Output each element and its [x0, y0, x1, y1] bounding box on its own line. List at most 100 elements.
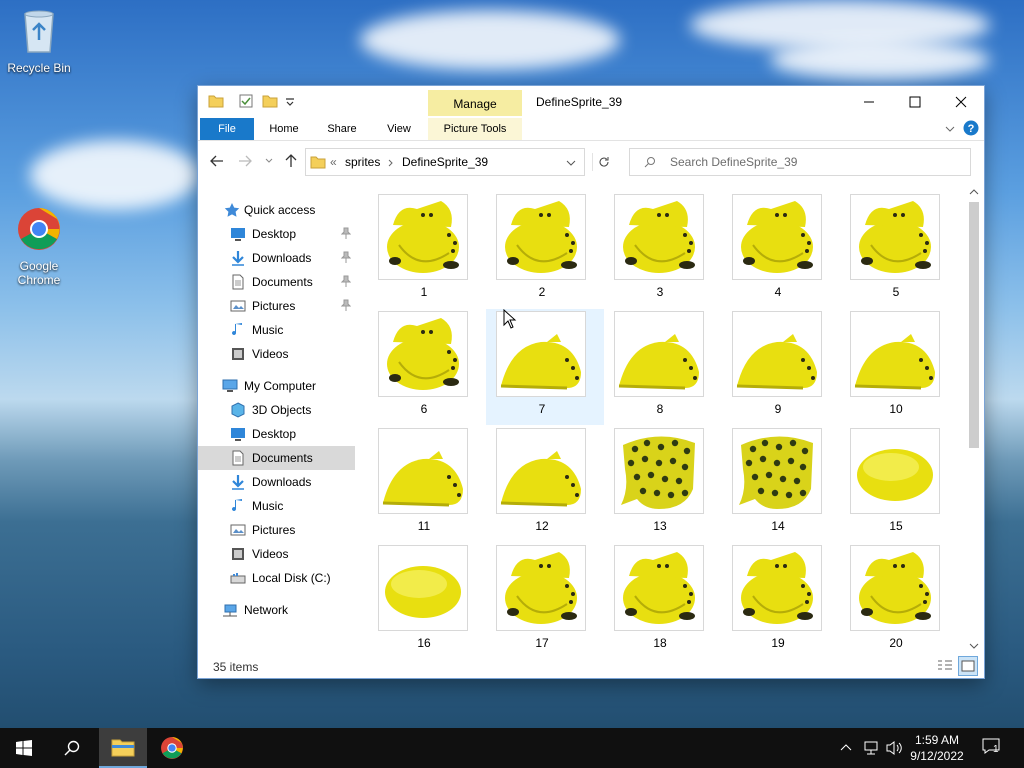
file-thumbnail[interactable]: 13 [604, 426, 722, 542]
breadcrumb-overflow[interactable]: « [330, 155, 337, 169]
sidebar-item-computer-desktop[interactable]: Desktop [198, 422, 355, 446]
breadcrumb-sprites[interactable]: sprites [345, 155, 380, 169]
sidebar-item-quick-documents[interactable]: Documents [198, 270, 355, 294]
chevron-down-icon[interactable] [566, 159, 576, 167]
sprite-image [850, 428, 940, 514]
file-thumbnail[interactable]: 11 [368, 426, 486, 542]
clock-date: 9/12/2022 [910, 749, 964, 763]
sidebar-item-computer-3d-objects[interactable]: 3D Objects [198, 398, 355, 422]
file-thumbnail[interactable]: 17 [486, 543, 604, 654]
chevron-up-icon[interactable] [840, 742, 852, 752]
details-view-icon[interactable] [936, 658, 954, 674]
sidebar-item-quick-music[interactable]: Music [198, 318, 355, 342]
file-thumbnail[interactable]: 5 [840, 194, 958, 308]
action-center-button[interactable]: 1 [982, 738, 1004, 758]
address-bar[interactable]: « sprites DefineSprite_39 [305, 148, 585, 176]
file-thumbnail[interactable]: 1 [368, 194, 486, 308]
close-button[interactable] [938, 86, 984, 118]
tab-home[interactable]: Home [258, 118, 310, 140]
desktop-icon-chrome[interactable]: Google Chrome [0, 206, 78, 287]
cloud [770, 40, 990, 80]
taskbar-file-explorer[interactable] [99, 728, 147, 768]
chevron-right-icon[interactable] [388, 159, 394, 167]
sidebar-item-computer-downloads[interactable]: Downloads [198, 470, 355, 494]
file-thumbnail[interactable]: 2 [486, 194, 604, 308]
search-input[interactable]: Search DefineSprite_39 [629, 148, 971, 176]
tab-share[interactable]: Share [316, 118, 368, 140]
sidebar-item-computer-videos[interactable]: Videos [198, 542, 355, 566]
file-name: 6 [420, 402, 428, 416]
downloads-icon [232, 251, 244, 266]
file-thumbnail[interactable]: 18 [604, 543, 722, 654]
nav-network[interactable]: Network [198, 598, 355, 622]
customize-toolbar-icon[interactable] [282, 93, 298, 109]
sprite-image [614, 428, 704, 514]
pin-icon[interactable] [341, 299, 351, 311]
title-bar[interactable]: Manage DefineSprite_39 [198, 86, 984, 118]
start-button[interactable] [0, 728, 48, 768]
close-icon [955, 96, 967, 108]
tab-file[interactable]: File [200, 118, 254, 140]
sidebar-item-computer-pictures[interactable]: Pictures [198, 518, 355, 542]
sidebar-item-label: Downloads [252, 251, 312, 265]
nav-my-computer[interactable]: My Computer [198, 374, 355, 398]
nav-quick-access[interactable]: Quick access [198, 198, 355, 222]
scroll-up-icon[interactable] [969, 188, 979, 196]
sidebar-item-quick-desktop[interactable]: Desktop [198, 222, 355, 246]
minimize-button[interactable] [846, 86, 892, 118]
scrollbar-thumb[interactable] [969, 202, 979, 448]
new-folder-icon[interactable] [262, 93, 278, 109]
scroll-down-icon[interactable] [969, 642, 979, 650]
sprite-image [496, 194, 586, 280]
large-icons-view-icon[interactable] [958, 656, 978, 676]
sidebar-item-quick-downloads[interactable]: Downloads [198, 246, 355, 270]
pin-icon[interactable] [341, 227, 351, 239]
sidebar-item-computer-documents[interactable]: Documents [198, 446, 355, 470]
file-thumbnail[interactable]: 16 [368, 543, 486, 654]
file-thumbnail[interactable]: 10 [840, 309, 958, 425]
maximize-button[interactable] [892, 86, 938, 118]
file-thumbnail[interactable]: 14 [722, 426, 840, 542]
system-clock[interactable]: 1:59 AM 9/12/2022 [902, 732, 972, 764]
recent-locations-button[interactable] [260, 152, 278, 170]
pin-icon[interactable] [341, 275, 351, 287]
back-button[interactable] [208, 152, 226, 170]
properties-icon[interactable] [238, 93, 254, 109]
sidebar-item-computer-local-disk-c-[interactable]: Local Disk (C:) [198, 566, 355, 590]
file-thumbnail[interactable]: 20 [840, 543, 958, 654]
expand-ribbon-icon[interactable] [944, 124, 956, 134]
forward-button[interactable] [236, 152, 254, 170]
pin-icon[interactable] [341, 251, 351, 263]
manage-tab[interactable]: Manage [428, 90, 522, 116]
pictures-icon [230, 524, 246, 536]
taskbar-chrome[interactable] [148, 728, 196, 768]
help-icon[interactable]: ? [963, 120, 979, 136]
up-button[interactable] [282, 152, 300, 170]
file-thumbnail[interactable]: 4 [722, 194, 840, 308]
vertical-scrollbar[interactable] [966, 184, 982, 654]
network-tray-icon[interactable] [863, 740, 879, 756]
file-name: 4 [774, 285, 782, 299]
file-thumbnail[interactable]: 12 [486, 426, 604, 542]
chrome-label: Google Chrome [17, 259, 61, 287]
sidebar-item-computer-music[interactable]: Music [198, 494, 355, 518]
file-name: 8 [656, 402, 664, 416]
refresh-button[interactable] [592, 153, 613, 171]
tab-view[interactable]: View [374, 118, 424, 140]
file-thumbnail[interactable]: 6 [368, 309, 486, 425]
desktop-icon-recycle-bin[interactable]: Recycle Bin [0, 8, 78, 75]
file-thumbnail[interactable]: 15 [840, 426, 958, 542]
sprite-image [378, 428, 468, 514]
clock-time: 1:59 AM [914, 733, 960, 747]
file-thumbnail[interactable]: 3 [604, 194, 722, 308]
tab-picture-tools[interactable]: Picture Tools [428, 118, 522, 140]
sidebar-item-quick-videos[interactable]: Videos [198, 342, 355, 366]
file-thumbnail[interactable]: 19 [722, 543, 840, 654]
file-thumbnail[interactable]: 9 [722, 309, 840, 425]
volume-icon[interactable] [885, 740, 903, 756]
taskbar-search-button[interactable] [48, 728, 96, 768]
sidebar-item-quick-pictures[interactable]: Pictures [198, 294, 355, 318]
forward-arrow-icon [239, 155, 252, 167]
breadcrumb-definesprite[interactable]: DefineSprite_39 [402, 155, 488, 169]
file-thumbnail[interactable]: 8 [604, 309, 722, 425]
